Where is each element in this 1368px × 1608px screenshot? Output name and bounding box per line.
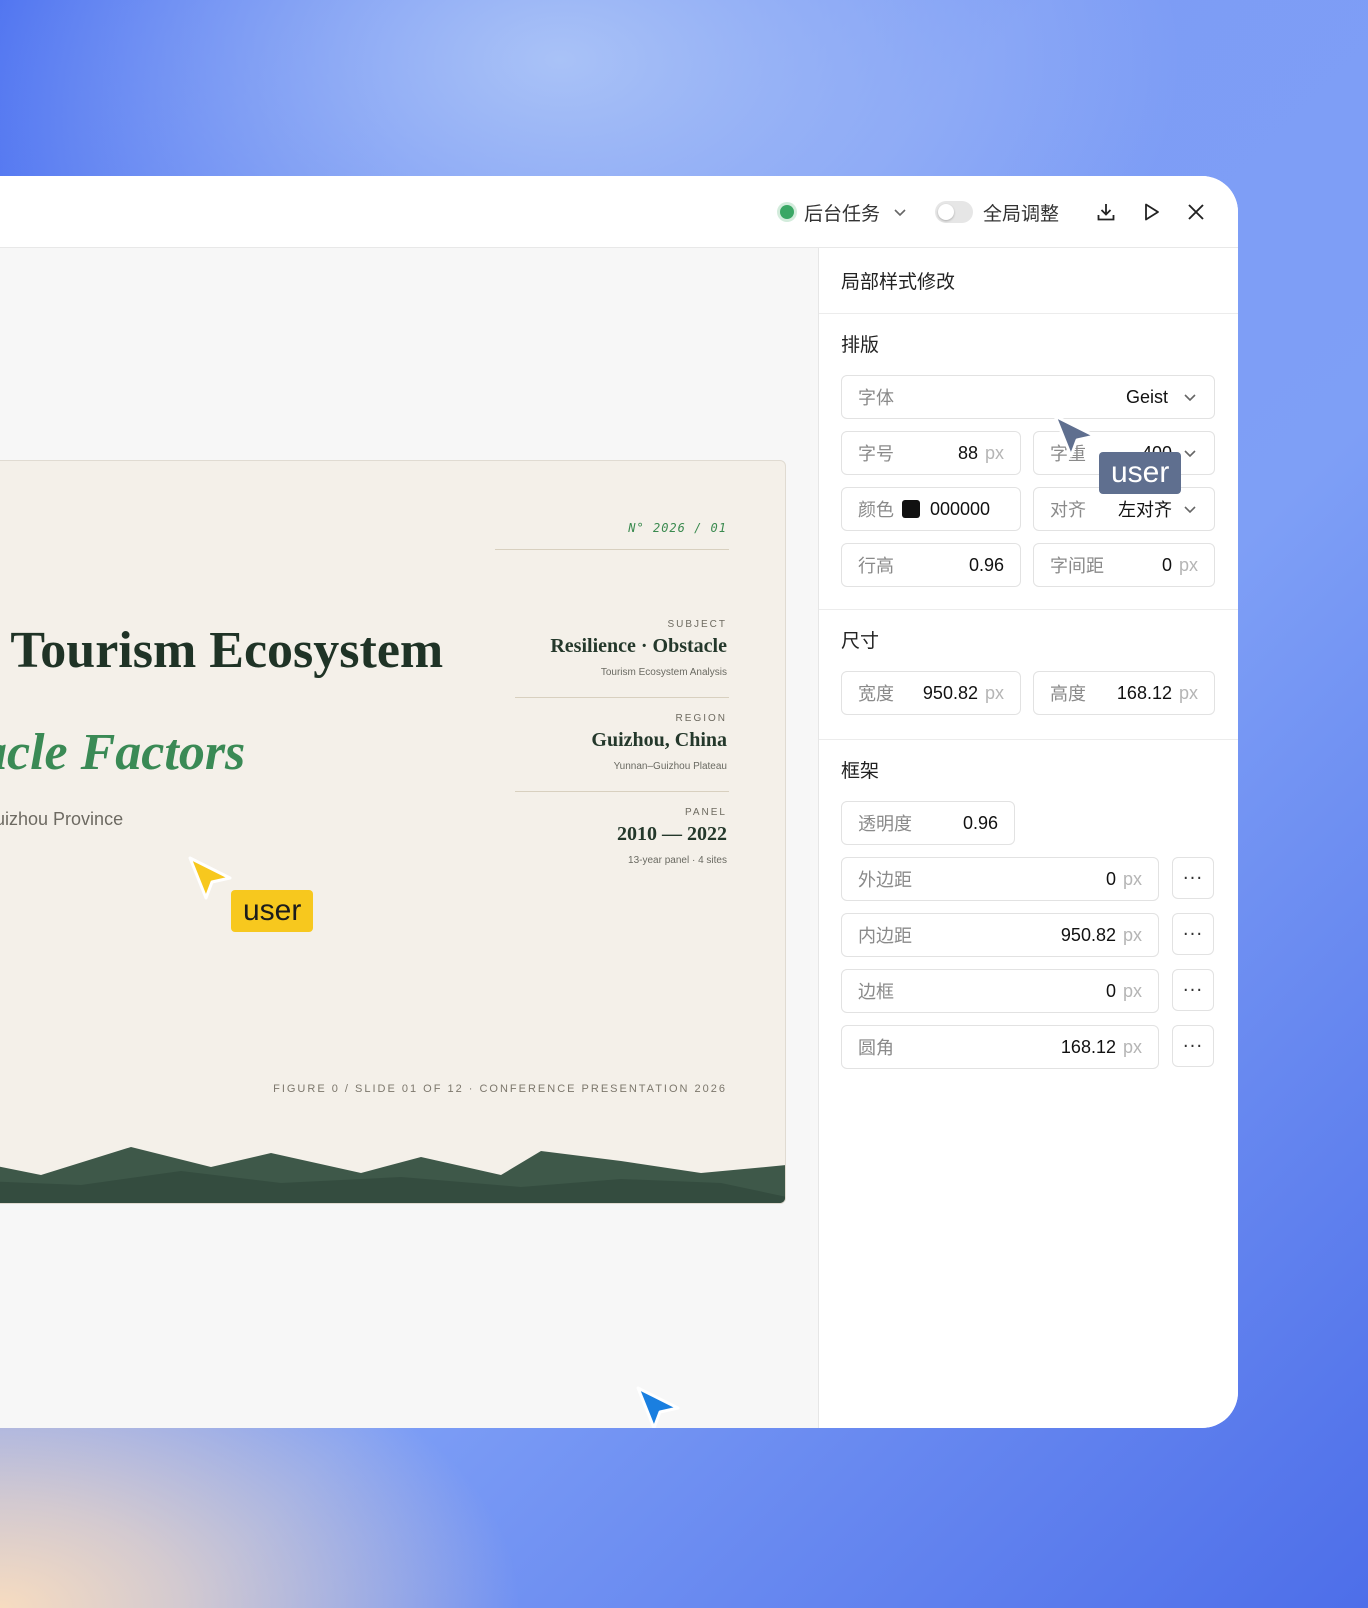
height-label: 高度 (1050, 684, 1086, 705)
letter-spacing-field[interactable]: 字间距 0 px (1033, 543, 1215, 587)
download-icon[interactable] (1092, 198, 1120, 226)
chevron-down-icon (894, 209, 906, 217)
font-size-field[interactable]: 字号 88 px (841, 431, 1021, 475)
mountain-illustration (0, 1147, 785, 1203)
section-title-typography: 排版 (841, 334, 880, 356)
slide-preview[interactable]: N° 2026 / 01 SUBJECT Resilience · Obstac… (0, 460, 786, 1204)
top-toolbar: 后台任务 全局调整 (0, 176, 1238, 248)
slide-title-line1[interactable]: f Tourism Ecosystem (0, 621, 443, 680)
padding-more-button[interactable]: ··· (1172, 913, 1214, 955)
divider (515, 697, 729, 698)
unit-label: px (1122, 924, 1142, 945)
gray-cursor-icon (1053, 414, 1097, 458)
height-value: 168.12 (1116, 682, 1172, 703)
region-caption: REGION (675, 713, 727, 724)
size-section: 尺寸 宽度 950.82 px 高度 168.12 px (819, 610, 1238, 740)
width-field[interactable]: 宽度 950.82 px (841, 671, 1021, 715)
unit-label: px (984, 682, 1004, 703)
section-title-size: 尺寸 (841, 630, 880, 652)
opacity-field[interactable]: 透明度 0.96 (841, 801, 1015, 845)
background-tasks-dropdown[interactable]: 后台任务 (780, 176, 908, 248)
divider (515, 791, 729, 792)
height-field[interactable]: 高度 168.12 px (1033, 671, 1215, 715)
line-height-label: 行高 (858, 556, 894, 577)
radius-field[interactable]: 圆角 168.12 px (841, 1025, 1159, 1069)
unit-label: px (1122, 1036, 1142, 1057)
panel-title: 2010 — 2022 (617, 823, 727, 845)
section-title-frame: 框架 (841, 760, 880, 782)
global-adjust-toggle[interactable]: 全局调整 (935, 176, 1059, 248)
frame-section: 框架 透明度 0.96 外边距 0 px ··· 内边距 950.82 px ·… (819, 740, 1238, 1100)
slide-footer: FIGURE 0 / SLIDE 01 OF 12 · CONFERENCE P… (273, 1083, 727, 1095)
blue-cursor-icon (636, 1386, 680, 1428)
font-family-select[interactable]: 字体 Geist (841, 375, 1215, 419)
unit-label: px (984, 442, 1004, 463)
color-label: 颜色 (858, 500, 894, 521)
align-label: 对齐 (1050, 500, 1086, 521)
radius-more-button[interactable]: ··· (1172, 1025, 1214, 1067)
border-more-button[interactable]: ··· (1172, 969, 1214, 1011)
typography-section: 排版 字体 Geist 字号 88 px 字重 400 颜色 000000 (819, 314, 1238, 610)
style-panel: 局部样式修改 排版 字体 Geist 字号 88 px 字重 400 颜色 (819, 248, 1238, 1428)
border-label: 边框 (858, 982, 894, 1003)
padding-value: 950.82 (1060, 924, 1116, 945)
status-dot-icon (780, 205, 794, 219)
panel-sub: 13-year panel · 4 sites (628, 855, 727, 866)
panel-title: 局部样式修改 (819, 248, 1238, 314)
chevron-down-icon (1184, 394, 1196, 402)
font-size-label: 字号 (858, 444, 894, 465)
unit-label: px (1122, 980, 1142, 1001)
slide-number: N° 2026 / 01 (628, 521, 727, 535)
slide-title-line2[interactable]: acle Factors (0, 723, 245, 782)
editor-window: 后台任务 全局调整 N° 2026 / 01 SUBJECT Resilienc… (0, 176, 1238, 1428)
line-height-field[interactable]: 行高 0.96 (841, 543, 1021, 587)
opacity-value: 0.96 (962, 812, 998, 833)
letter-spacing-value: 0 (1161, 554, 1172, 575)
border-field[interactable]: 边框 0 px (841, 969, 1159, 1013)
yellow-cursor-label: user (231, 890, 314, 932)
global-adjust-label: 全局调整 (983, 202, 1060, 225)
opacity-label: 透明度 (858, 814, 912, 835)
padding-field[interactable]: 内边距 950.82 px (841, 913, 1159, 957)
slide-canvas[interactable]: N° 2026 / 01 SUBJECT Resilience · Obstac… (0, 248, 819, 1428)
margin-more-button[interactable]: ··· (1172, 857, 1214, 899)
border-value: 0 (1105, 980, 1116, 1001)
unit-label: px (1122, 868, 1142, 889)
margin-field[interactable]: 外边距 0 px (841, 857, 1159, 901)
play-icon[interactable] (1137, 198, 1165, 226)
radius-value: 168.12 (1060, 1036, 1116, 1057)
font-size-value: 88 (957, 442, 978, 463)
region-sub: Yunnan–Guizhou Plateau (613, 761, 727, 772)
color-swatch[interactable] (902, 500, 920, 518)
subject-caption: SUBJECT (667, 619, 727, 630)
margin-value: 0 (1105, 868, 1116, 889)
color-field[interactable]: 颜色 000000 (841, 487, 1021, 531)
line-height-value: 0.96 (968, 554, 1004, 575)
slide-subtitle: Guizhou Province (0, 809, 124, 829)
close-icon[interactable] (1182, 198, 1210, 226)
font-value: Geist (1125, 386, 1168, 407)
font-label: 字体 (858, 388, 894, 409)
subject-sub: Tourism Ecosystem Analysis (600, 667, 727, 678)
subject-title: Resilience · Obstacle (550, 635, 727, 657)
chevron-down-icon (1184, 506, 1196, 514)
region-title: Guizhou, China (591, 729, 727, 751)
background-tasks-label: 后台任务 (804, 202, 881, 225)
unit-label: px (1178, 682, 1198, 703)
panel-caption: PANEL (684, 807, 727, 818)
letter-spacing-label: 字间距 (1050, 556, 1104, 577)
radius-label: 圆角 (858, 1038, 894, 1059)
divider (495, 549, 729, 550)
color-value: 000000 (930, 498, 991, 519)
unit-label: px (1178, 554, 1198, 575)
toggle-switch[interactable] (935, 201, 973, 223)
yellow-cursor-icon (188, 856, 232, 900)
width-value: 950.82 (922, 682, 978, 703)
width-label: 宽度 (858, 684, 894, 705)
align-value: 左对齐 (1118, 500, 1172, 520)
margin-label: 外边距 (858, 870, 912, 891)
gray-cursor-label: user (1099, 452, 1182, 494)
chevron-down-icon (1184, 450, 1196, 458)
padding-label: 内边距 (858, 926, 912, 947)
